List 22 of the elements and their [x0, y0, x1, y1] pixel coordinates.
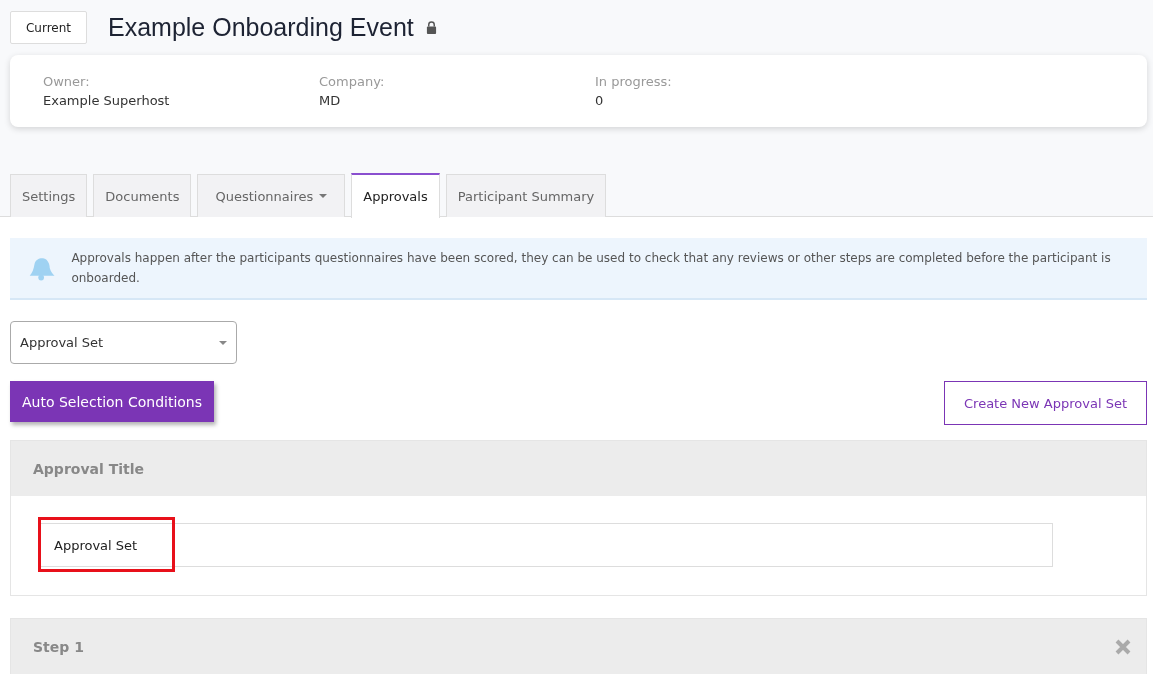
event-title: Example Onboarding Event [108, 13, 414, 42]
info-value: Example Superhost [43, 92, 171, 110]
status-button[interactable]: Current [10, 11, 87, 44]
tab[interactable]: Questionnaires [197, 174, 346, 217]
approval-set-select[interactable]: Approval Set [10, 321, 237, 364]
info-label: In progress: [595, 73, 673, 91]
info-value: MD [319, 92, 342, 110]
create-new-approval-set-button[interactable]: Create New Approval Set [944, 381, 1147, 425]
close-icon[interactable] [1115, 638, 1131, 655]
panel-heading: Step 1 [33, 638, 84, 655]
tab[interactable]: Participant Summary [445, 174, 607, 217]
info-value: 0 [595, 92, 605, 110]
panel-heading: Approval Title [33, 460, 144, 477]
alert-text: Approvals happen after the participants questionnaires have been scored, they can be used to check that any reviews or other steps are completed before the participant is onboarded. [71, 250, 1112, 287]
info-label: Company: [319, 73, 386, 91]
auto-selection-conditions-button[interactable]: Auto Selection Conditions [10, 381, 215, 422]
caret-icon [219, 340, 227, 345]
tab[interactable]: Approvals [351, 173, 440, 218]
approval-title-field[interactable]: Approval Set [38, 523, 1053, 567]
tab[interactable]: Documents [93, 174, 192, 217]
tab[interactable]: Settings [10, 174, 88, 217]
info-label: Owner: [43, 73, 91, 91]
